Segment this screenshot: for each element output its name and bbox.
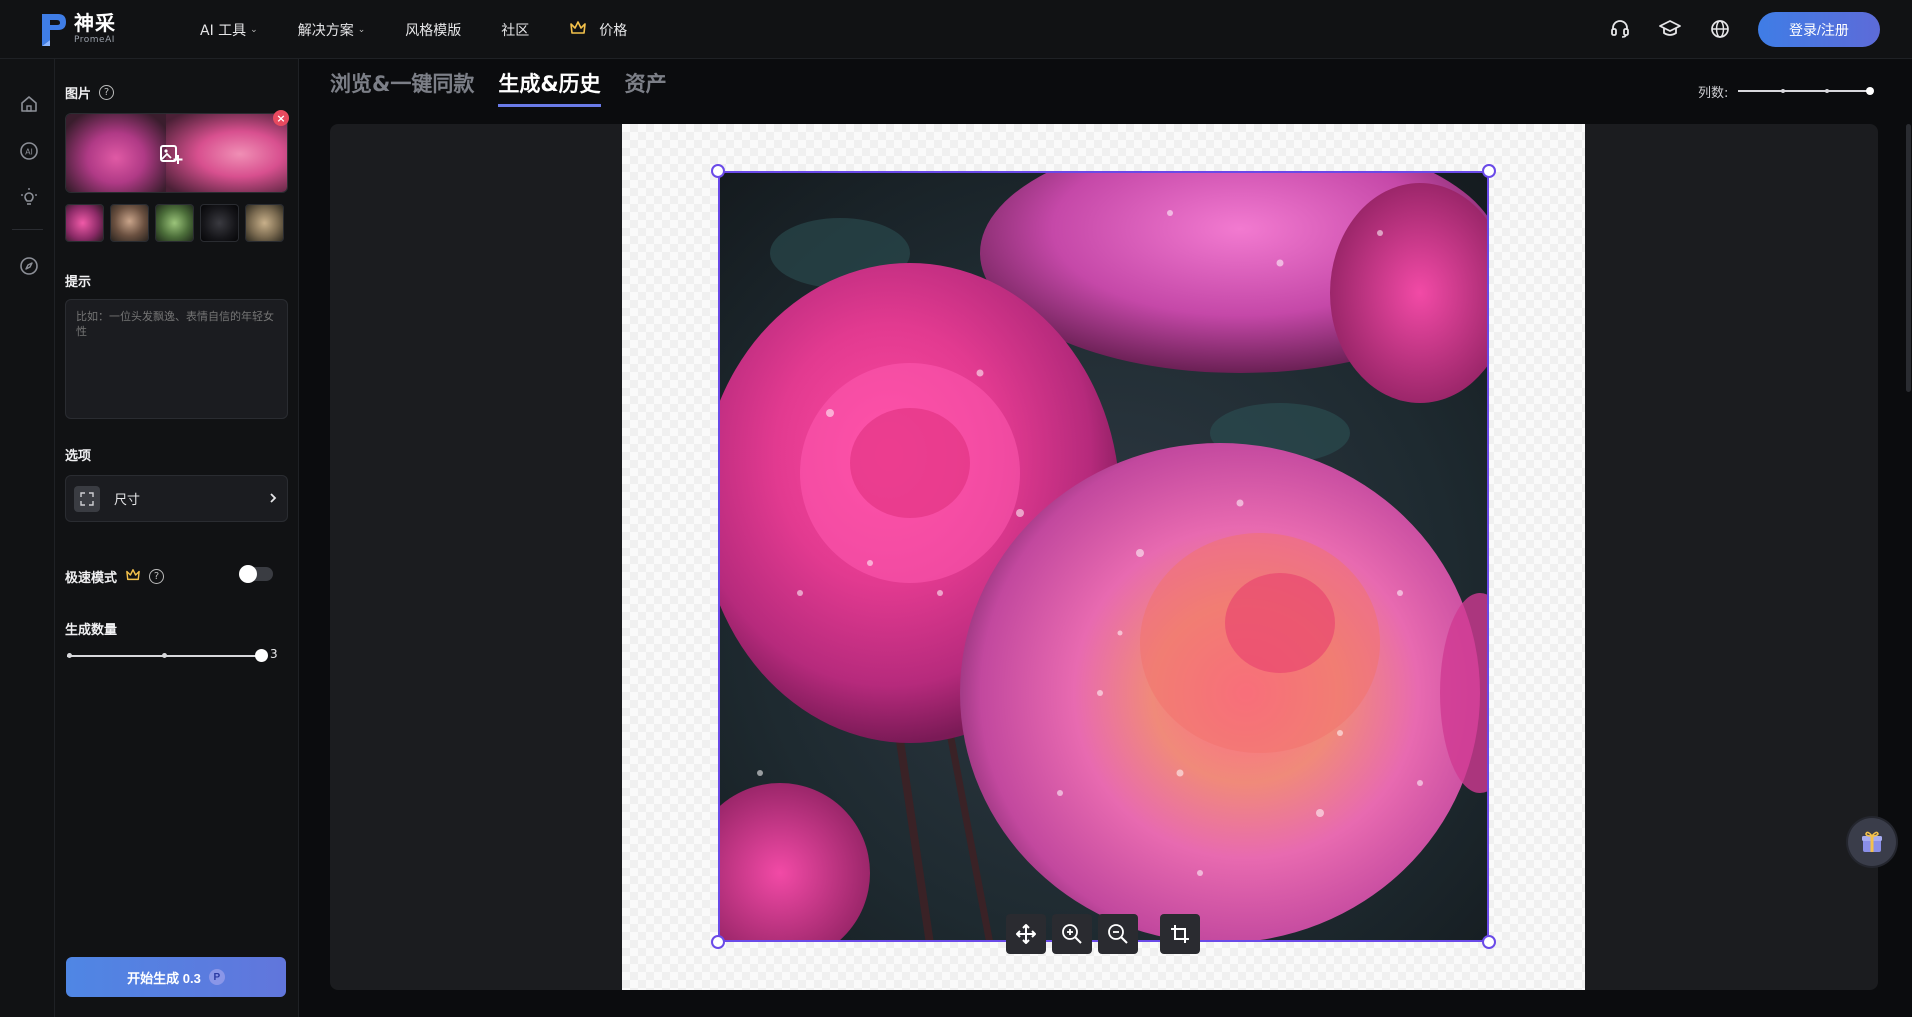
slider-tick xyxy=(162,653,167,658)
chevron-down-icon: ⌄ xyxy=(357,24,366,35)
slider-tick xyxy=(1781,89,1785,93)
resize-handle-top-right[interactable] xyxy=(1482,164,1496,178)
gift-icon[interactable] xyxy=(1848,818,1896,866)
tab-browse[interactable]: 浏览&一键同款 xyxy=(330,68,474,107)
svg-text:AI: AI xyxy=(25,148,33,157)
chevron-down-icon: ⌄ xyxy=(250,24,258,35)
resize-handle-top-left[interactable] xyxy=(711,164,725,178)
crop-icon[interactable] xyxy=(1160,914,1200,954)
logo[interactable]: 神采 PromeAI xyxy=(38,10,116,48)
lightbulb-icon[interactable] xyxy=(18,186,40,208)
resize-handle-bottom-left[interactable] xyxy=(711,935,725,949)
count-section-title: 生成数量 xyxy=(65,619,117,638)
crown-icon xyxy=(569,20,587,40)
move-icon[interactable] xyxy=(1006,914,1046,954)
logo-mark-icon xyxy=(38,10,68,48)
nav-pricing[interactable]: 价格 xyxy=(569,20,627,40)
tab-generate-history[interactable]: 生成&历史 xyxy=(498,68,601,107)
remove-image-icon[interactable]: × xyxy=(273,110,289,126)
main-nav: AI 工具 ⌄ 解决方案 ⌄ 风格模版 社区 价格 xyxy=(200,0,667,59)
size-option-row[interactable]: 尺寸 xyxy=(65,475,288,522)
globe-icon[interactable] xyxy=(1708,17,1732,41)
nav-pricing-label: 价格 xyxy=(599,22,628,39)
top-nav-bar: 神采 PromeAI AI 工具 ⌄ 解决方案 ⌄ 风格模版 社区 价格 登录/… xyxy=(0,0,1912,59)
nav-solutions-label: 解决方案 xyxy=(297,22,354,39)
sample-image-roses[interactable] xyxy=(65,204,104,242)
count-value: 3 xyxy=(270,647,278,661)
count-slider[interactable] xyxy=(67,649,268,662)
options-title-label: 选项 xyxy=(65,449,92,464)
uploaded-image-thumbnail[interactable] xyxy=(65,113,288,193)
turbo-mode-row: 极速模式 ? xyxy=(65,567,165,586)
logo-name-cn: 神采 xyxy=(74,11,116,35)
reference-image-preview xyxy=(166,114,287,192)
toggle-knob xyxy=(239,565,257,583)
uploaded-image-preview xyxy=(66,114,166,192)
content-tabs: 浏览&一键同款 生成&历史 资产 xyxy=(330,68,667,107)
logo-name-en: PromeAI xyxy=(74,35,115,45)
zoom-out-icon[interactable] xyxy=(1098,914,1138,954)
nav-style-templates[interactable]: 风格模版 xyxy=(405,20,461,40)
nav-solutions[interactable]: 解决方案 ⌄ xyxy=(298,20,366,40)
ai-icon[interactable]: AI xyxy=(18,140,40,162)
image-toolbar xyxy=(1006,914,1200,954)
sample-image-animals[interactable] xyxy=(245,204,284,242)
options-section-title: 选项 xyxy=(65,445,91,464)
columns-slider[interactable] xyxy=(1738,87,1874,95)
canvas-scrollbar[interactable] xyxy=(1906,124,1911,392)
prompt-title-label: 提示 xyxy=(65,275,92,290)
count-title-label: 生成数量 xyxy=(65,623,118,638)
image-title-label: 图片 xyxy=(65,87,92,102)
columns-slider-handle[interactable] xyxy=(1866,87,1874,95)
prompt-input[interactable] xyxy=(65,299,288,419)
headset-icon[interactable] xyxy=(1608,17,1632,41)
graduation-cap-icon[interactable] xyxy=(1658,17,1682,41)
nav-ai-tools-label: AI 工具 xyxy=(200,22,247,39)
left-rail: AI xyxy=(0,59,55,1017)
generate-button[interactable]: 开始生成 0.3 P xyxy=(66,957,286,997)
turbo-mode-toggle[interactable] xyxy=(239,565,273,583)
expand-icon xyxy=(74,485,100,512)
tab-assets[interactable]: 资产 xyxy=(625,68,667,107)
generate-label: 开始生成 0.3 xyxy=(127,970,201,986)
size-option-label: 尺寸 xyxy=(114,493,141,508)
prompt-section-title: 提示 xyxy=(65,271,91,290)
add-image-icon[interactable] xyxy=(159,142,183,166)
chevron-right-icon xyxy=(269,489,277,508)
nav-ai-tools[interactable]: AI 工具 ⌄ xyxy=(200,20,258,40)
home-icon[interactable] xyxy=(18,93,40,115)
image-section-title: 图片 ? xyxy=(65,83,115,102)
rail-divider xyxy=(12,229,43,230)
resize-handle-bottom-right[interactable] xyxy=(1482,935,1496,949)
settings-panel: 图片 ? × 提示 选项 尺寸 极速模式 ? xyxy=(55,59,299,1017)
help-icon[interactable]: ? xyxy=(99,85,115,100)
slider-tick xyxy=(1825,89,1829,93)
nav-community[interactable]: 社区 xyxy=(501,20,529,40)
slider-tick xyxy=(67,653,72,658)
sample-images xyxy=(65,204,284,242)
sample-image-cat[interactable] xyxy=(200,204,239,242)
sample-image-food[interactable] xyxy=(155,204,194,242)
zoom-in-icon[interactable] xyxy=(1052,914,1092,954)
turbo-mode-label: 极速模式 xyxy=(65,571,118,586)
count-slider-handle[interactable] xyxy=(255,649,268,662)
crown-icon xyxy=(125,568,141,586)
rose-image[interactable] xyxy=(718,171,1489,942)
columns-label: 列数: xyxy=(1698,86,1729,101)
credit-coin-icon: P xyxy=(208,969,225,985)
help-icon[interactable]: ? xyxy=(149,569,165,584)
nav-community-label: 社区 xyxy=(501,22,530,39)
login-register-button[interactable]: 登录/注册 xyxy=(1758,12,1880,47)
rose-image-art xyxy=(720,173,1487,940)
sample-image-portrait[interactable] xyxy=(110,204,149,242)
compass-icon[interactable] xyxy=(18,255,40,277)
nav-style-templates-label: 风格模版 xyxy=(405,22,462,39)
